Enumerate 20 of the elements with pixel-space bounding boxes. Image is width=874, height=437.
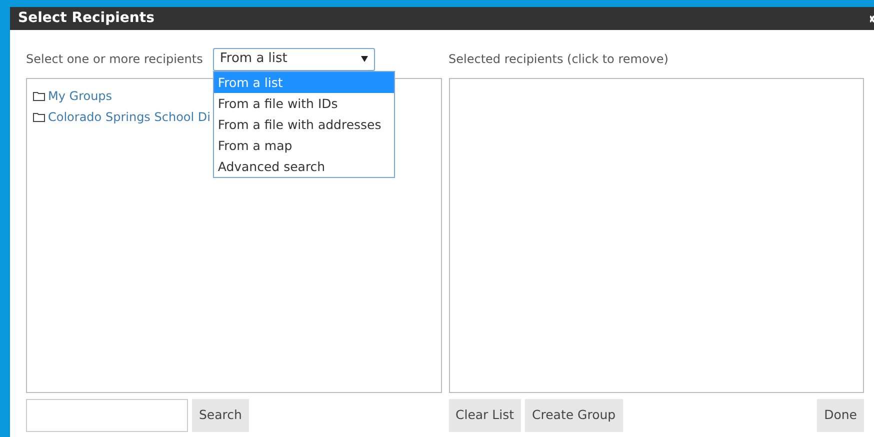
dropdown-option[interactable]: From a map — [214, 134, 394, 156]
search-field[interactable] — [26, 398, 188, 432]
dropdown-option[interactable]: Advanced search — [214, 156, 394, 176]
folder-icon — [33, 90, 45, 100]
source-dropdown[interactable]: From a list — [212, 48, 375, 70]
selected-recipients-panel[interactable] — [448, 78, 864, 393]
tree-item[interactable]: My Groups — [48, 86, 112, 104]
source-label: Select one or more recipients — [26, 51, 203, 68]
close-icon[interactable] — [870, 14, 874, 22]
tree-item[interactable]: Colorado Springs School Di — [48, 108, 210, 126]
window-title: Select Recipients — [18, 9, 154, 28]
done-button[interactable]: Done — [817, 398, 864, 432]
caret-icon — [360, 56, 368, 62]
list-action-button[interactable]: Create Group — [525, 398, 623, 432]
list-action-button[interactable]: Clear List — [448, 398, 522, 432]
folder-icon — [33, 112, 45, 122]
dropdown-option[interactable]: From a file with addresses — [214, 114, 394, 134]
selected-recipients-label: Selected recipients (click to remove) — [448, 51, 668, 68]
dropdown-option[interactable]: From a file with IDs — [214, 92, 394, 114]
search-button[interactable]: Search — [192, 398, 249, 432]
